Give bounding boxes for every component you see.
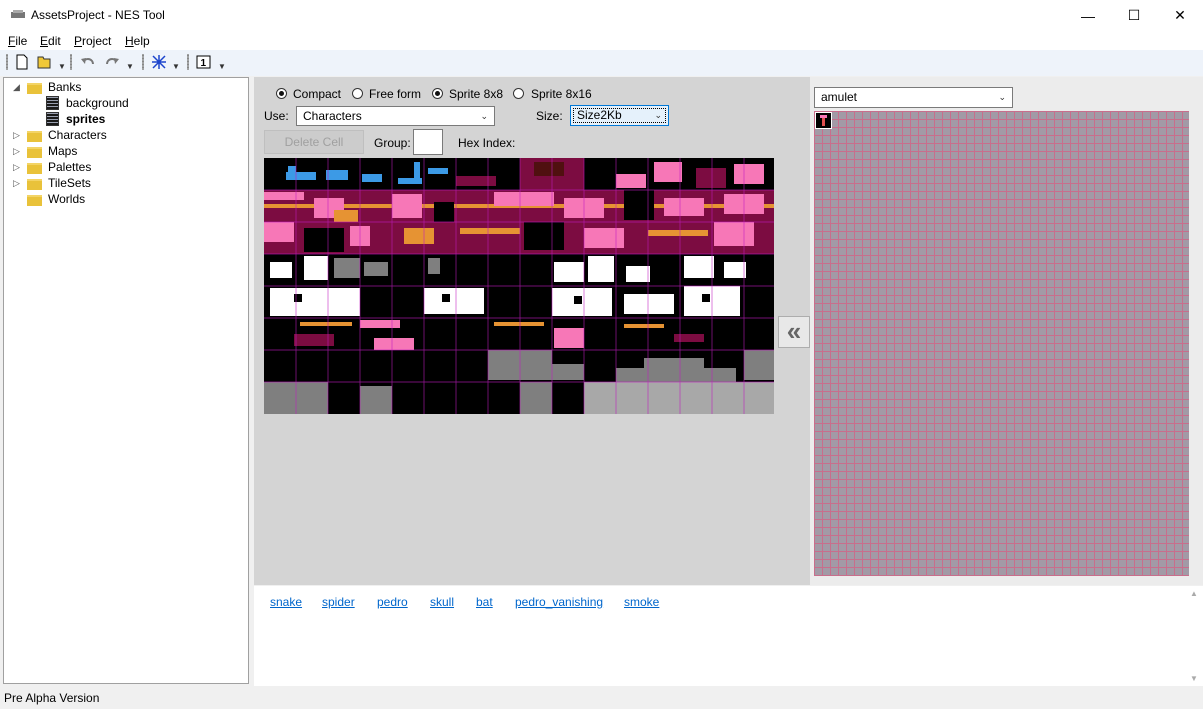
folder-icon: [27, 131, 42, 142]
tree-node-characters[interactable]: Characters: [48, 127, 107, 143]
radio-compact[interactable]: [276, 88, 287, 99]
toolbar-grip: [142, 54, 144, 70]
new-file-icon[interactable]: [14, 54, 30, 70]
project-tree[interactable]: ◢ Banks background sprites ▷ Characters …: [3, 77, 249, 684]
double-chevron-left-icon: «: [786, 316, 802, 346]
status-bar: [0, 686, 1203, 709]
folder-icon: [27, 147, 42, 158]
radio-free-form[interactable]: [352, 88, 363, 99]
use-select[interactable]: Characters ⌄: [296, 106, 495, 126]
link-bat[interactable]: bat: [476, 595, 493, 609]
group-label: Group:: [374, 136, 411, 150]
radio-sprite-8x16[interactable]: [513, 88, 524, 99]
tree-node-tilesets[interactable]: TileSets: [48, 175, 91, 191]
size-label: Size:: [536, 109, 563, 123]
folder-icon: [27, 179, 42, 190]
open-folder-icon[interactable]: [36, 54, 52, 70]
expand-arrow-icon[interactable]: ▷: [13, 130, 20, 141]
menu-file[interactable]: File: [8, 34, 27, 48]
chevron-down-icon[interactable]: ▼: [58, 62, 66, 71]
scroll-down-icon[interactable]: ▼: [1190, 674, 1198, 683]
size-select-value: Size2Kb: [577, 108, 622, 122]
tree-node-background[interactable]: background: [66, 95, 129, 111]
status-text: Pre Alpha Version: [4, 691, 100, 705]
link-spider[interactable]: spider: [322, 595, 355, 609]
maximize-button[interactable]: ☐: [1111, 0, 1157, 31]
undo-icon[interactable]: [80, 54, 96, 70]
chevron-down-icon: ⌄: [480, 111, 488, 121]
menu-bar: [0, 31, 1203, 50]
use-select-value: Characters: [303, 109, 362, 123]
collapse-arrow-icon[interactable]: ◢: [13, 82, 20, 93]
chevron-down-icon[interactable]: ▼: [218, 62, 226, 71]
character-select[interactable]: amulet ⌄: [814, 87, 1013, 108]
radio-sprite-8x16-label: Sprite 8x16: [531, 87, 592, 101]
app-icon: [11, 10, 25, 18]
character-select-value: amulet: [821, 90, 858, 104]
chevron-down-icon[interactable]: ▼: [172, 62, 180, 71]
menu-project[interactable]: Project: [74, 34, 111, 48]
menu-edit[interactable]: Edit: [40, 34, 61, 48]
scroll-up-icon[interactable]: ▲: [1190, 589, 1198, 598]
toolbar: [0, 50, 1203, 76]
folder-icon: [27, 195, 42, 206]
tree-node-banks[interactable]: Banks: [48, 79, 81, 95]
delete-cell-button[interactable]: Delete Cell: [264, 130, 364, 154]
hex-index-label: Hex Index:: [458, 136, 516, 150]
bank-icon: [46, 96, 59, 110]
chevron-down-icon: ⌄: [654, 110, 662, 120]
chevron-down-icon: ⌄: [998, 92, 1006, 102]
tree-node-worlds[interactable]: Worlds: [48, 191, 85, 207]
tree-node-maps[interactable]: Maps: [48, 143, 77, 159]
tree-node-palettes[interactable]: Palettes: [48, 159, 91, 175]
expand-arrow-icon[interactable]: ▷: [13, 162, 20, 173]
amulet-sprite[interactable]: [815, 112, 832, 129]
minimize-button[interactable]: —: [1065, 0, 1111, 31]
title-bar: [0, 0, 1203, 31]
close-button[interactable]: ✕: [1157, 0, 1203, 31]
radio-sprite-8x8[interactable]: [432, 88, 443, 99]
toolbar-grip: [6, 54, 8, 70]
chevron-down-icon[interactable]: ▼: [126, 62, 134, 71]
menu-help[interactable]: Help: [125, 34, 150, 48]
use-label: Use:: [264, 109, 289, 123]
radio-sprite-8x8-label: Sprite 8x8: [449, 87, 504, 101]
link-skull[interactable]: skull: [430, 595, 454, 609]
bank-number-icon[interactable]: 1: [196, 54, 212, 70]
group-input[interactable]: [413, 129, 443, 155]
radio-free-form-label: Free form: [369, 87, 422, 101]
expand-arrow-icon[interactable]: ▷: [13, 146, 20, 157]
link-pedro-vanishing[interactable]: pedro_vanishing: [515, 595, 603, 609]
character-canvas[interactable]: [814, 111, 1189, 576]
open-folder-icon: [27, 83, 42, 94]
tree-node-sprites[interactable]: sprites: [66, 111, 105, 127]
link-snake[interactable]: snake: [270, 595, 302, 609]
expand-arrow-icon[interactable]: ▷: [13, 178, 20, 189]
svg-text:1: 1: [201, 58, 207, 69]
tileset-icon[interactable]: [151, 54, 167, 70]
window-title: AssetsProject - NES Tool: [31, 8, 165, 22]
amulet-icon: [820, 115, 827, 126]
sprite-sheet-canvas[interactable]: [264, 158, 774, 414]
radio-compact-label: Compact: [293, 87, 342, 101]
copy-to-sheet-button[interactable]: «: [778, 316, 810, 348]
folder-icon: [27, 163, 42, 174]
toolbar-grip: [70, 54, 72, 70]
toolbar-grip: [187, 54, 189, 70]
redo-icon[interactable]: [104, 54, 120, 70]
vertical-scrollbar[interactable]: ▲ ▼: [1186, 586, 1203, 686]
bank-icon: [46, 112, 59, 126]
link-smoke[interactable]: smoke: [624, 595, 659, 609]
size-select[interactable]: Size2Kb ⌄: [570, 105, 669, 126]
link-pedro[interactable]: pedro: [377, 595, 408, 609]
